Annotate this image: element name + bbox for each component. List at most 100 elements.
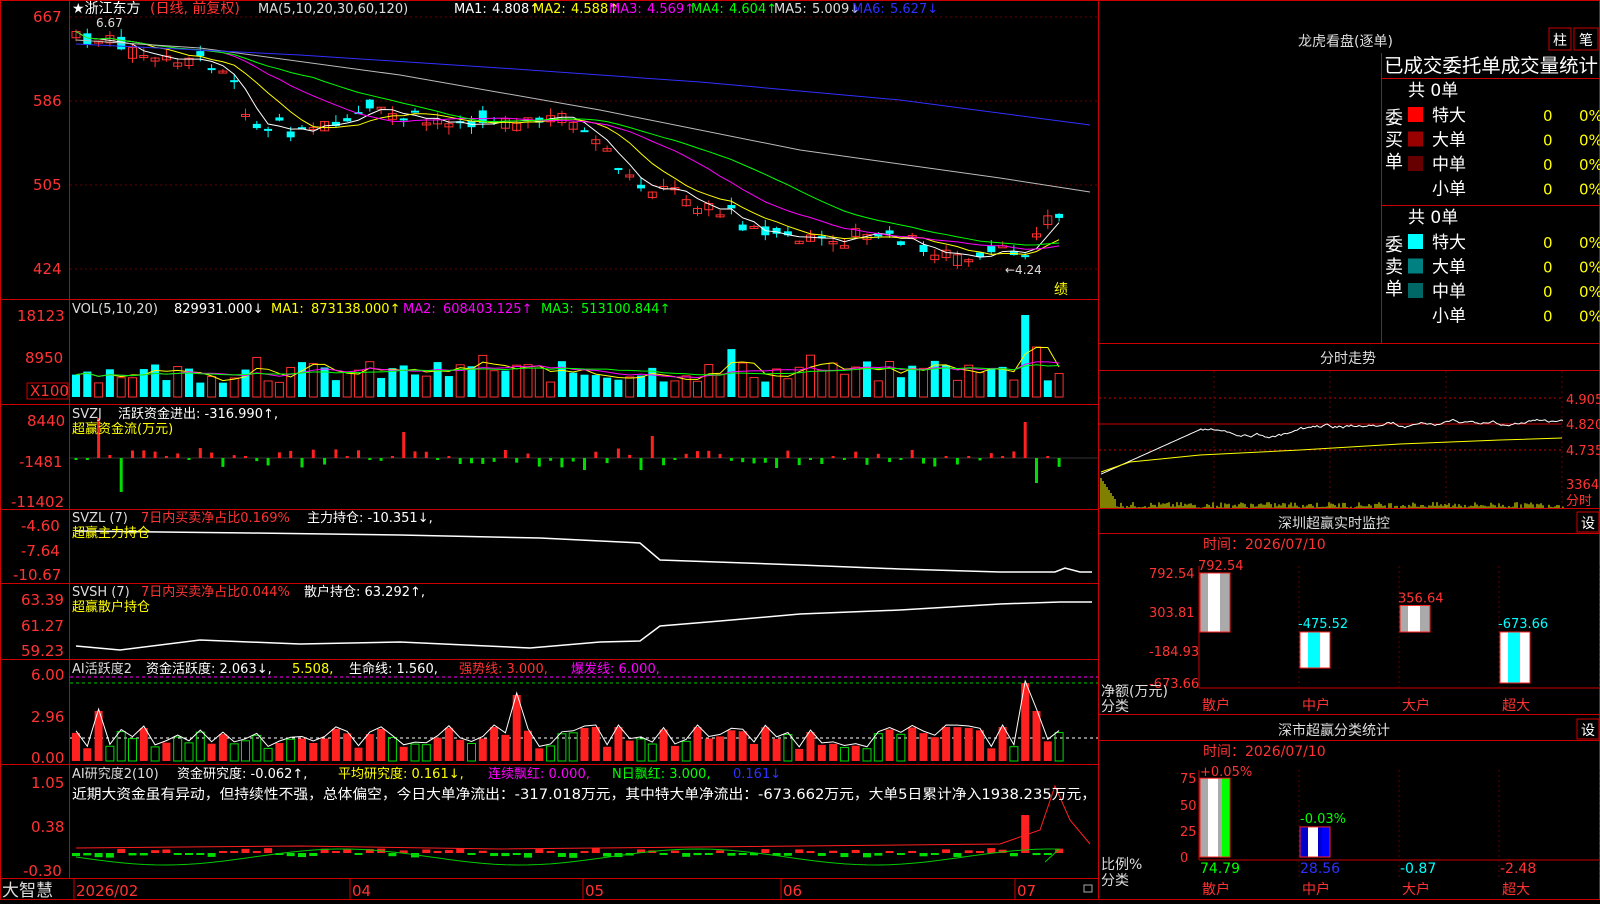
activity-bar [410, 743, 420, 762]
vol-bar [659, 381, 668, 397]
kline-tick: 505 [33, 176, 62, 194]
svzl-tick: -10.67 [13, 566, 61, 584]
svsh-line2: 超赢散户持仓 [72, 599, 150, 615]
flow-bar [176, 453, 180, 458]
activity-bar [128, 738, 137, 762]
classify-time: 时间：2026/07/10 [1203, 744, 1326, 760]
flow-bar [413, 451, 417, 458]
monitor-bar [1499, 631, 1531, 684]
candle-body [727, 205, 736, 209]
side-label-char: 买 [1385, 130, 1403, 151]
svsh-header: SVSH (7) 7日内买卖净占比0.044% 散户持仓: 63.292↑, 超… [72, 584, 425, 615]
chart-canvas[interactable]: 667 586 505 424 18123 8950 X100 8440 -14… [0, 0, 1600, 901]
candle-body [738, 224, 747, 231]
vol-bar [241, 369, 250, 397]
ai2-tick: -0.30 [23, 862, 62, 880]
stock-analysis-window: 667 586 505 424 18123 8950 X100 8440 -14… [0, 0, 1600, 901]
vol-bar [896, 377, 905, 397]
flow-bar [955, 458, 959, 465]
research-bar [1009, 853, 1018, 857]
flow-bar [526, 453, 530, 458]
flow-bar [1023, 422, 1027, 458]
tab-tick-list[interactable]: 笔 [1573, 27, 1599, 51]
flow-bar [402, 432, 406, 458]
tab-label[interactable]: 柱 [1553, 33, 1567, 49]
ma-line [75, 31, 1060, 250]
timeline-tick: 4.820 [1566, 418, 1600, 433]
app-name: 大智慧 [2, 881, 53, 900]
flow-bar [786, 450, 790, 458]
ma-value: 4.604↑ [729, 2, 777, 17]
x-label: 05 [585, 882, 604, 900]
vol-bar [851, 366, 861, 398]
ai2-comment: 近期大资金虽有异动，但持续性不强，总体偏空，今日大单净流出：-317.018万元… [72, 786, 1096, 803]
vol-bar [83, 371, 92, 397]
vol-bar [580, 374, 589, 397]
activity-bar [524, 730, 532, 761]
svsh-tick: 59.23 [21, 642, 64, 660]
flow-bar [424, 451, 428, 458]
activity-bar [1054, 732, 1064, 762]
vol-unit: X100 [30, 382, 69, 400]
monitor-cat: 散户 [1202, 697, 1230, 714]
tab-bar-chart[interactable]: 柱 [1548, 27, 1572, 51]
bar-edge [1322, 826, 1330, 857]
activity-bar [885, 729, 894, 761]
chart-mode: (日线, 前复权) [150, 0, 240, 17]
vol-bar [489, 370, 499, 398]
flow-bar [831, 456, 835, 458]
vol-bar [218, 382, 227, 397]
candle-body [196, 51, 205, 57]
research-bar [795, 849, 804, 853]
flow-bar [447, 456, 451, 458]
candle-body [896, 241, 905, 245]
flow-bar [1035, 458, 1038, 483]
bar-highlight [1208, 573, 1220, 632]
activity-bar [331, 728, 340, 761]
research-bar [343, 849, 352, 853]
lock-icon[interactable] [1083, 884, 1093, 893]
vol-bar [274, 381, 284, 398]
tab-label[interactable]: 笔 [1579, 33, 1593, 49]
flow-bar [978, 458, 982, 461]
flow-bar [379, 458, 383, 461]
timeline-tick: 4.735 [1566, 444, 1600, 459]
flow-bar [131, 450, 134, 458]
classify-side-label: 比例% [1101, 857, 1142, 873]
candle-body [230, 80, 239, 83]
button-label[interactable]: 设 [1581, 723, 1595, 739]
vol-bar [738, 362, 748, 398]
vol-bar [388, 368, 397, 397]
flow-bar [515, 458, 519, 463]
svzl-layer [75, 530, 1092, 573]
bar-highlight [1208, 778, 1218, 857]
flow-bar [85, 458, 89, 460]
classify-settings-button[interactable]: 设 [1576, 718, 1600, 740]
left-axes: 667 586 505 424 18123 8950 X100 8440 -14… [11, 8, 69, 880]
activity-bar [704, 738, 713, 761]
monitor-bar-label: 792.54 [1198, 559, 1244, 574]
button-label[interactable]: 设 [1581, 516, 1595, 532]
monitor-settings-button[interactable]: 设 [1576, 511, 1600, 533]
flow-bar [492, 458, 496, 462]
vol-bar [116, 377, 126, 398]
activity-bar [964, 728, 973, 761]
research-bar [569, 853, 578, 858]
flow-bar [255, 458, 259, 462]
activity-bar [343, 733, 352, 761]
legend-swatch [1408, 307, 1423, 323]
classify-bottom-label: -0.87 [1400, 861, 1436, 877]
classify-tick: 25 [1180, 825, 1197, 840]
activity-bar [716, 736, 725, 761]
candle-body [83, 33, 92, 45]
vol-bar [637, 375, 645, 397]
buy-order-block: 委买单 共 0单特大 0 0% 大单 0 0% 中单 0 0% 小单 0 0% [1385, 81, 1600, 200]
candle-body [614, 168, 623, 171]
activity-bar [490, 727, 499, 761]
activity-bar [930, 737, 939, 761]
vol-bar [546, 381, 556, 398]
ma-label: MA5: [774, 2, 807, 17]
order-total: 共 0单 [1408, 81, 1458, 101]
flow-bar [616, 448, 620, 458]
ai1-active: 资金活跃度: 2.063↓, [146, 661, 272, 677]
